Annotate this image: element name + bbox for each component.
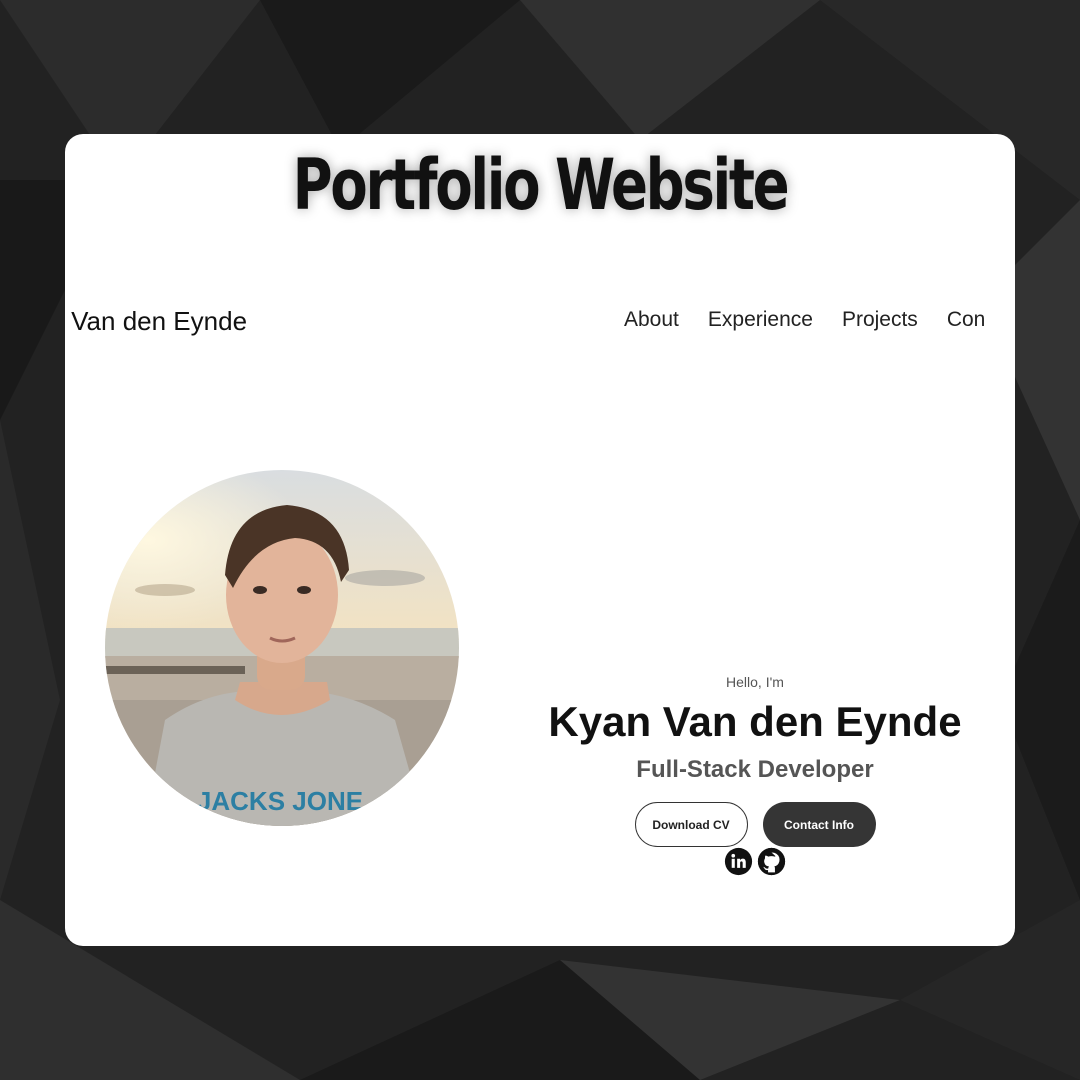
nav-link-experience[interactable]: Experience [708,308,813,332]
nav-links: About Experience Projects Con [624,308,985,332]
portfolio-card: Portfolio Website an Van den Eynde About… [65,134,1015,946]
shirt-print: JACKS JONE [197,786,363,816]
nav-link-about[interactable]: About [624,308,679,332]
linkedin-icon[interactable] [724,847,753,876]
profile-photo: JACKS JONE [105,470,459,826]
hero-buttons: Download CV Contact Info [505,802,1005,847]
contact-info-button[interactable]: Contact Info [762,802,876,847]
nav-link-projects[interactable]: Projects [842,308,918,332]
hero-greeting: Hello, I'm [726,674,784,690]
nav-logo[interactable]: an Van den Eynde [65,306,247,337]
nav-link-contact[interactable]: Con [947,308,986,332]
website-screenshot: an Van den Eynde About Experience Projec… [65,270,1015,946]
banner-title: Portfolio Website [292,144,790,226]
hero-name: Kyan Van den Eynde [548,698,962,745]
social-links [505,847,1005,876]
hero-role: Full-Stack Developer [636,756,874,783]
hero-section: Hello, I'm Kyan Van den Eynde Full-Stack… [505,674,1005,876]
github-icon[interactable] [757,847,786,876]
download-cv-button[interactable]: Download CV [634,802,748,847]
